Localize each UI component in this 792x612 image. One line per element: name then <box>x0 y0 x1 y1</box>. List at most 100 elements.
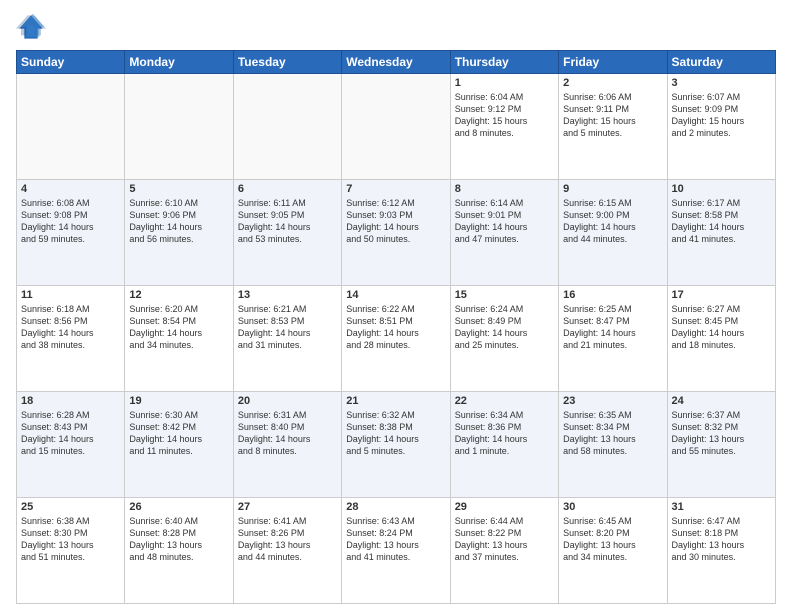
day-info: Sunrise: 6:47 AM Sunset: 8:18 PM Dayligh… <box>672 516 745 562</box>
calendar-cell: 22 Sunrise: 6:34 AM Sunset: 8:36 PM Dayli… <box>450 392 558 498</box>
day-info: Sunrise: 6:43 AM Sunset: 8:24 PM Dayligh… <box>346 516 419 562</box>
calendar-day-header: Thursday <box>450 51 558 74</box>
calendar-day-header: Friday <box>559 51 667 74</box>
day-number: 9 <box>563 183 662 195</box>
day-info: Sunrise: 6:12 AM Sunset: 9:03 PM Dayligh… <box>346 198 419 244</box>
day-number: 7 <box>346 183 445 195</box>
day-number: 25 <box>21 501 120 513</box>
day-info: Sunrise: 6:45 AM Sunset: 8:20 PM Dayligh… <box>563 516 636 562</box>
calendar-cell: 13 Sunrise: 6:21 AM Sunset: 8:53 PM Dayli… <box>233 286 341 392</box>
day-number: 2 <box>563 77 662 89</box>
day-info: Sunrise: 6:15 AM Sunset: 9:00 PM Dayligh… <box>563 198 636 244</box>
day-info: Sunrise: 6:28 AM Sunset: 8:43 PM Dayligh… <box>21 410 94 456</box>
day-number: 31 <box>672 501 771 513</box>
day-info: Sunrise: 6:25 AM Sunset: 8:47 PM Dayligh… <box>563 304 636 350</box>
day-number: 4 <box>21 183 120 195</box>
calendar-cell: 26 Sunrise: 6:40 AM Sunset: 8:28 PM Dayli… <box>125 498 233 604</box>
day-number: 1 <box>455 77 554 89</box>
day-info: Sunrise: 6:30 AM Sunset: 8:42 PM Dayligh… <box>129 410 202 456</box>
calendar-cell: 7 Sunrise: 6:12 AM Sunset: 9:03 PM Daylig… <box>342 180 450 286</box>
calendar-cell: 31 Sunrise: 6:47 AM Sunset: 8:18 PM Dayli… <box>667 498 775 604</box>
calendar-cell: 27 Sunrise: 6:41 AM Sunset: 8:26 PM Dayli… <box>233 498 341 604</box>
calendar-cell: 14 Sunrise: 6:22 AM Sunset: 8:51 PM Dayli… <box>342 286 450 392</box>
day-info: Sunrise: 6:40 AM Sunset: 8:28 PM Dayligh… <box>129 516 202 562</box>
calendar-cell: 20 Sunrise: 6:31 AM Sunset: 8:40 PM Dayli… <box>233 392 341 498</box>
calendar-cell: 12Sunrise: 6:20 AM Sunset: 8:54 PM Dayli… <box>125 286 233 392</box>
calendar-day-header: Saturday <box>667 51 775 74</box>
calendar-day-header: Tuesday <box>233 51 341 74</box>
calendar-cell <box>17 74 125 180</box>
calendar-day-header: Monday <box>125 51 233 74</box>
day-number: 8 <box>455 183 554 195</box>
day-number: 26 <box>129 501 228 513</box>
day-info: Sunrise: 6:32 AM Sunset: 8:38 PM Dayligh… <box>346 410 419 456</box>
calendar-cell <box>342 74 450 180</box>
calendar-week-row: 25 Sunrise: 6:38 AM Sunset: 8:30 PM Dayli… <box>17 498 776 604</box>
day-number: 14 <box>346 289 445 301</box>
day-info: Sunrise: 6:10 AM Sunset: 9:06 PM Dayligh… <box>129 198 202 244</box>
calendar-cell: 8 Sunrise: 6:14 AM Sunset: 9:01 PM Daylig… <box>450 180 558 286</box>
logo <box>16 12 50 42</box>
day-number: 15 <box>455 289 554 301</box>
day-number: 22 <box>455 395 554 407</box>
day-number: 24 <box>672 395 771 407</box>
calendar-cell: 28 Sunrise: 6:43 AM Sunset: 8:24 PM Dayli… <box>342 498 450 604</box>
calendar-cell: 19 Sunrise: 6:30 AM Sunset: 8:42 PM Dayli… <box>125 392 233 498</box>
day-number: 16 <box>563 289 662 301</box>
day-number: 30 <box>563 501 662 513</box>
day-info: Sunrise: 6:38 AM Sunset: 8:30 PM Dayligh… <box>21 516 94 562</box>
day-info: Sunrise: 6:37 AM Sunset: 8:32 PM Dayligh… <box>672 410 745 456</box>
calendar-cell <box>125 74 233 180</box>
day-number: 12 <box>129 289 228 301</box>
calendar-cell: 17 Sunrise: 6:27 AM Sunset: 8:45 PM Dayli… <box>667 286 775 392</box>
day-number: 20 <box>238 395 337 407</box>
day-number: 23 <box>563 395 662 407</box>
day-number: 28 <box>346 501 445 513</box>
day-info: Sunrise: 6:18 AM Sunset: 8:56 PM Dayligh… <box>21 304 94 350</box>
calendar-cell: 4 Sunrise: 6:08 AM Sunset: 9:08 PM Daylig… <box>17 180 125 286</box>
day-info: Sunrise: 6:08 AM Sunset: 9:08 PM Dayligh… <box>21 198 94 244</box>
calendar-cell: 15Sunrise: 6:24 AM Sunset: 8:49 PM Dayli… <box>450 286 558 392</box>
logo-icon <box>16 12 46 42</box>
calendar-cell: 3 Sunrise: 6:07 AM Sunset: 9:09 PM Daylig… <box>667 74 775 180</box>
day-info: Sunrise: 6:21 AM Sunset: 8:53 PM Dayligh… <box>238 304 311 350</box>
calendar-week-row: 11 Sunrise: 6:18 AM Sunset: 8:56 PM Dayli… <box>17 286 776 392</box>
day-number: 11 <box>21 289 120 301</box>
day-number: 27 <box>238 501 337 513</box>
calendar-week-row: 4 Sunrise: 6:08 AM Sunset: 9:08 PM Daylig… <box>17 180 776 286</box>
page: SundayMondayTuesdayWednesdayThursdayFrid… <box>0 0 792 612</box>
header <box>16 12 776 42</box>
calendar-week-row: 18Sunrise: 6:28 AM Sunset: 8:43 PM Dayli… <box>17 392 776 498</box>
calendar-cell: 21Sunrise: 6:32 AM Sunset: 8:38 PM Dayli… <box>342 392 450 498</box>
calendar-cell: 6Sunrise: 6:11 AM Sunset: 9:05 PM Daylig… <box>233 180 341 286</box>
day-number: 19 <box>129 395 228 407</box>
calendar-cell: 25 Sunrise: 6:38 AM Sunset: 8:30 PM Dayli… <box>17 498 125 604</box>
day-info: Sunrise: 6:07 AM Sunset: 9:09 PM Dayligh… <box>672 92 745 138</box>
day-info: Sunrise: 6:31 AM Sunset: 8:40 PM Dayligh… <box>238 410 311 456</box>
day-info: Sunrise: 6:22 AM Sunset: 8:51 PM Dayligh… <box>346 304 419 350</box>
day-number: 3 <box>672 77 771 89</box>
day-info: Sunrise: 6:06 AM Sunset: 9:11 PM Dayligh… <box>563 92 636 138</box>
calendar-cell: 18Sunrise: 6:28 AM Sunset: 8:43 PM Dayli… <box>17 392 125 498</box>
day-info: Sunrise: 6:41 AM Sunset: 8:26 PM Dayligh… <box>238 516 311 562</box>
day-info: Sunrise: 6:34 AM Sunset: 8:36 PM Dayligh… <box>455 410 528 456</box>
calendar-cell: 1 Sunrise: 6:04 AM Sunset: 9:12 PM Daylig… <box>450 74 558 180</box>
calendar-cell: 2 Sunrise: 6:06 AM Sunset: 9:11 PM Daylig… <box>559 74 667 180</box>
day-info: Sunrise: 6:11 AM Sunset: 9:05 PM Dayligh… <box>238 198 311 244</box>
day-info: Sunrise: 6:27 AM Sunset: 8:45 PM Dayligh… <box>672 304 745 350</box>
calendar-cell: 23 Sunrise: 6:35 AM Sunset: 8:34 PM Dayli… <box>559 392 667 498</box>
calendar-cell: 29 Sunrise: 6:44 AM Sunset: 8:22 PM Dayli… <box>450 498 558 604</box>
calendar-header-row: SundayMondayTuesdayWednesdayThursdayFrid… <box>17 51 776 74</box>
day-info: Sunrise: 6:04 AM Sunset: 9:12 PM Dayligh… <box>455 92 528 138</box>
day-number: 13 <box>238 289 337 301</box>
calendar-cell: 16 Sunrise: 6:25 AM Sunset: 8:47 PM Dayli… <box>559 286 667 392</box>
day-number: 29 <box>455 501 554 513</box>
day-info: Sunrise: 6:35 AM Sunset: 8:34 PM Dayligh… <box>563 410 636 456</box>
day-number: 17 <box>672 289 771 301</box>
calendar-cell: 11 Sunrise: 6:18 AM Sunset: 8:56 PM Dayli… <box>17 286 125 392</box>
day-info: Sunrise: 6:44 AM Sunset: 8:22 PM Dayligh… <box>455 516 528 562</box>
calendar-cell: 5Sunrise: 6:10 AM Sunset: 9:06 PM Daylig… <box>125 180 233 286</box>
day-info: Sunrise: 6:17 AM Sunset: 8:58 PM Dayligh… <box>672 198 745 244</box>
calendar-cell <box>233 74 341 180</box>
day-info: Sunrise: 6:14 AM Sunset: 9:01 PM Dayligh… <box>455 198 528 244</box>
